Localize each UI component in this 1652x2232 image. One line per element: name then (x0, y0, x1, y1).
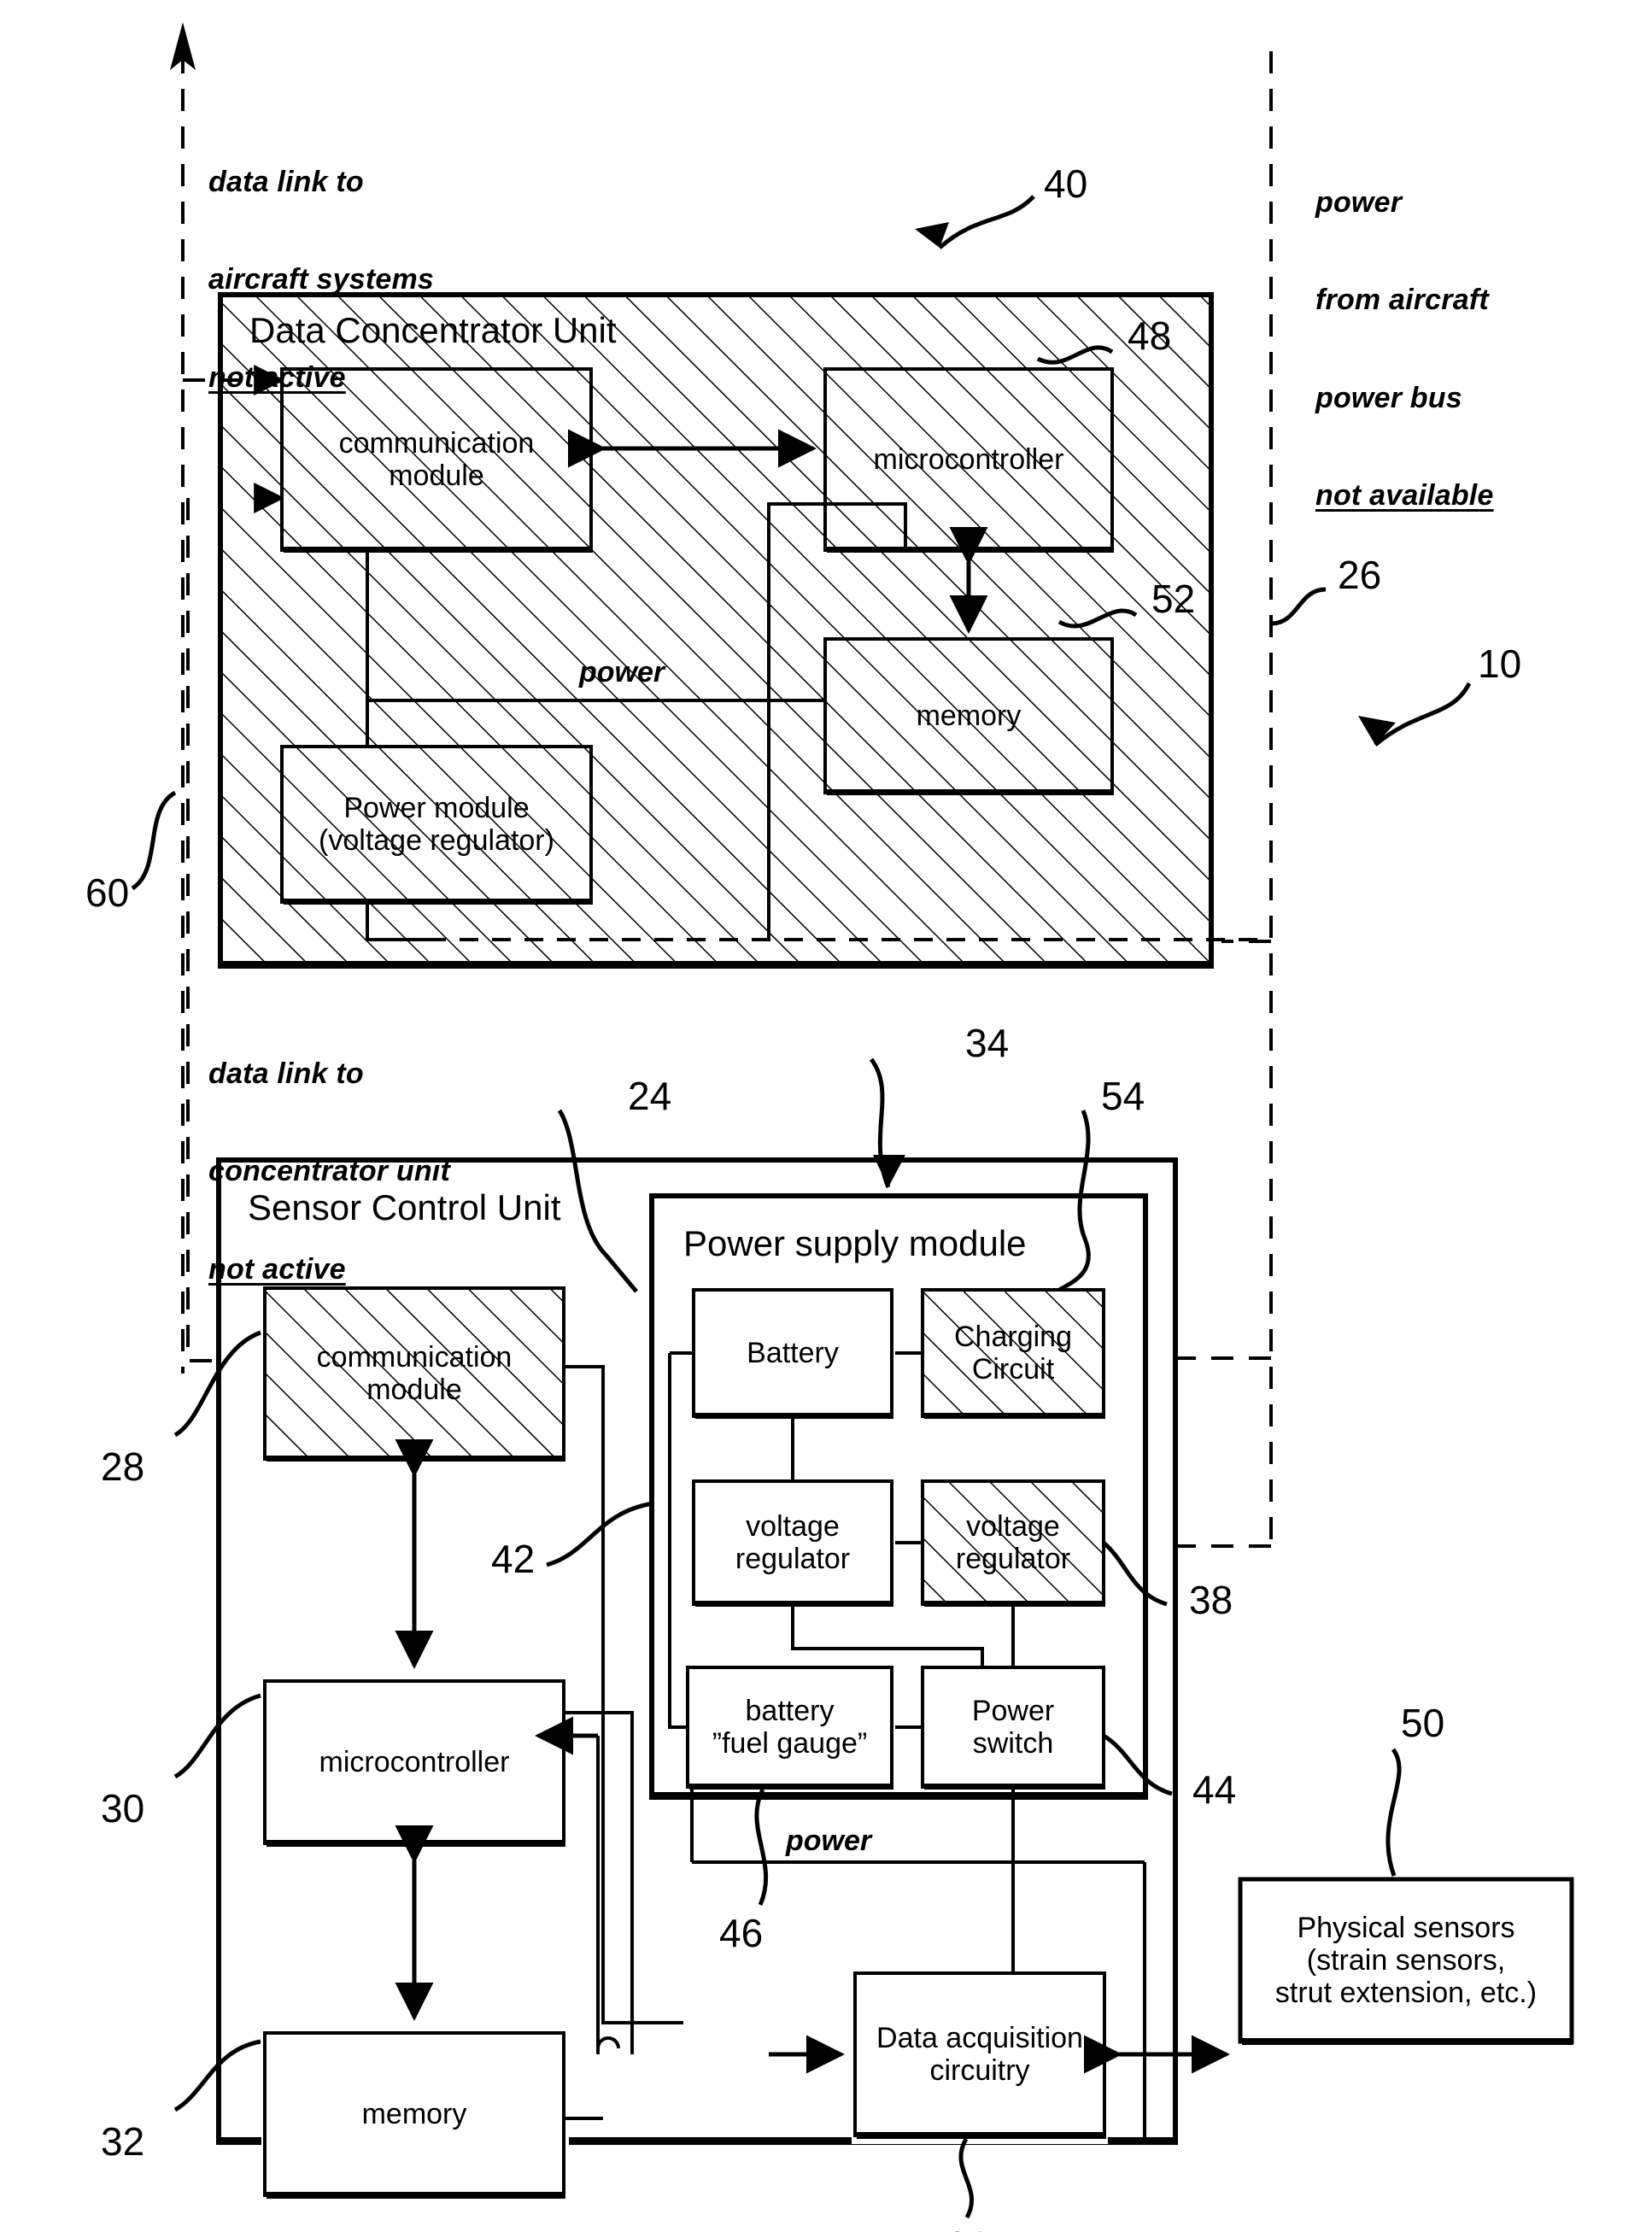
dcu-box-shadow (220, 961, 1211, 967)
psm-charging-circuit-label: Charging Circuit (954, 1320, 1072, 1385)
physical-sensors-label: Physical sensors (strain sensors, strut … (1274, 1911, 1538, 2010)
ref-54: 54 (1101, 1074, 1145, 1118)
ref-30: 30 (101, 1786, 145, 1831)
psm-power-switch-label: Power switch (971, 1694, 1055, 1760)
dcu-communication-module-label: communication module (338, 426, 535, 492)
ref-42: 42 (491, 1537, 536, 1581)
ref-40: 40 (1044, 161, 1088, 206)
psm-box-shadow (652, 1792, 1145, 1798)
scu-title: Sensor Control Unit (248, 1187, 561, 1227)
scu-microcontroller-label: microcontroller (319, 1745, 510, 1778)
ref-52: 52 (1151, 577, 1196, 621)
scu-power-wire-label: power (786, 1825, 872, 1857)
dcu-memory-label: memory (916, 699, 1022, 732)
note-power-from-bus: power from aircraft power bus not availa… (1315, 186, 1494, 512)
ref-48: 48 (1128, 313, 1172, 358)
psm-voltage-regulator-right-label: voltage regulator (955, 1509, 1071, 1575)
power-supply-module-title: Power supply module (683, 1223, 1027, 1263)
ref-10: 10 (1478, 641, 1522, 686)
ref-36: 36 (946, 2223, 990, 2232)
ref-24: 24 (628, 1074, 672, 1118)
dcu-title: Data Concentrator Unit (249, 310, 617, 350)
ref-28: 28 (101, 1444, 145, 1489)
scu-memory-label: memory (361, 2097, 467, 2130)
ref-26: 26 (1338, 553, 1382, 597)
dcu-power-module-label: Power module (voltage regulator) (319, 791, 554, 857)
psm-voltage-regulator-left-label: voltage regulator (735, 1509, 851, 1575)
ref-44: 44 (1192, 1767, 1237, 1812)
ref-46: 46 (719, 1911, 764, 1955)
scu-data-acquisition-label: Data acquisition circuitry (876, 2021, 1083, 2087)
ref-34: 34 (965, 1021, 1010, 1065)
patent-figure: data link to aircraft systems not active… (0, 0, 1652, 2232)
dcu-microcontroller-label: microcontroller (873, 442, 1064, 476)
ref-32: 32 (101, 2119, 145, 2164)
scu-communication-module-label: communication module (316, 1340, 513, 1406)
ref-38: 38 (1189, 1578, 1233, 1622)
ref-60: 60 (85, 870, 130, 915)
ref-50: 50 (1401, 1701, 1445, 1745)
psm-battery-label: Battery (747, 1336, 839, 1369)
psm-fuel-gauge-label: battery ”fuel gauge” (712, 1694, 868, 1760)
dcu-power-wire-label: power (579, 656, 665, 688)
